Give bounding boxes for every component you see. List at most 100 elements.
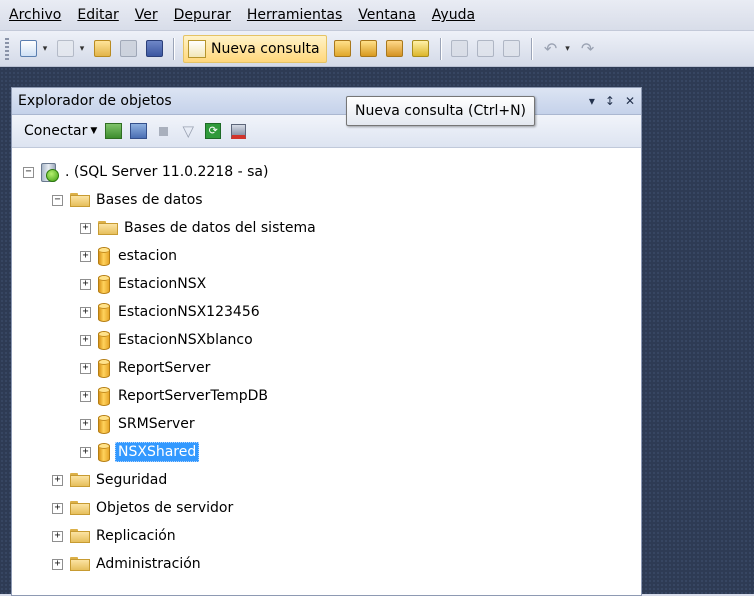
connect-label: Conectar [24,123,88,139]
xmla-query-icon [412,40,430,57]
paste-icon [503,40,521,57]
database-label: EstacionNSX [118,276,207,292]
menu-ventana[interactable]: Ventana [349,0,423,30]
tree-node-replication[interactable]: + Replicación [52,522,176,550]
expand-toggle[interactable]: + [80,390,91,402]
database-icon [98,330,110,350]
menu-herramientas[interactable]: Herramientas [238,0,349,30]
window-position-dropdown-icon[interactable]: ▾ [589,94,595,108]
new-project-button[interactable] [17,38,39,60]
tree-node-server-objects[interactable]: + Objetos de servidor [52,494,233,522]
collapse-toggle[interactable]: − [52,194,63,206]
menu-archivo[interactable]: Archivo [0,0,68,30]
expand-toggle[interactable]: + [80,446,91,458]
copy-button[interactable] [475,38,497,60]
expand-toggle[interactable]: + [80,250,91,262]
expand-toggle[interactable]: + [52,502,63,514]
folder-icon [70,501,90,515]
database-icon [98,274,110,294]
new-query-button[interactable]: Nueva consulta [183,34,327,63]
collapse-toggle[interactable]: − [23,166,34,178]
object-explorer-title-bar: Explorador de objetos ▾ ↕ ✕ [12,88,641,115]
undo-icon: ↶ [543,39,558,58]
menu-bar: Archivo Editar Ver Depurar Herramientas … [0,0,754,31]
expand-toggle[interactable]: + [80,306,91,318]
analysis-mdx-query-button[interactable] [358,38,380,60]
menu-ayuda[interactable]: Ayuda [423,0,482,30]
tree-node-management[interactable]: + Administración [52,550,201,578]
refresh-button[interactable]: ⟳ [204,122,222,140]
tree-node-database[interactable]: + ReportServerTempDB [80,382,268,410]
toolbar-separator [530,37,532,60]
expand-toggle[interactable]: + [80,222,91,234]
database-engine-query-icon [334,40,352,57]
tree-node-database[interactable]: + SRMServer [80,410,195,438]
connect-server-button[interactable] [104,122,122,140]
tree-node-security[interactable]: + Seguridad [52,466,167,494]
disconnect-button[interactable] [129,122,147,140]
expand-toggle[interactable]: + [52,474,63,486]
toolbar-separator [439,37,441,60]
menu-ver[interactable]: Ver [126,0,165,30]
cut-button[interactable] [449,38,471,60]
add-item-icon [56,40,74,57]
new-project-icon [19,40,37,57]
pin-icon[interactable]: ↕ [605,94,615,108]
tree-node-database[interactable]: + estacion [80,242,177,270]
activity-monitor-button[interactable] [229,122,247,140]
expand-toggle[interactable]: + [52,558,63,570]
undo-dropdown[interactable]: ▾ [564,38,572,60]
toolbar-grip[interactable] [5,37,9,60]
save-all-button[interactable] [143,38,165,60]
databases-label: Bases de datos [96,192,203,208]
menu-depurar[interactable]: Depurar [165,0,238,30]
chevron-down-icon: ▼ [90,126,98,136]
tree-node-databases[interactable]: − Bases de datos [52,186,203,214]
new-project-dropdown[interactable]: ▾ [41,38,49,60]
expand-toggle[interactable]: + [80,362,91,374]
save-button[interactable] [117,38,139,60]
expand-toggle[interactable]: + [80,334,91,346]
folder-icon [70,193,90,207]
database-label: EstacionNSX123456 [118,304,260,320]
add-item-button[interactable] [54,38,76,60]
folder-icon [98,221,118,235]
server-label: . (SQL Server 11.0.2218 - sa) [65,164,269,180]
expand-toggle[interactable]: + [80,278,91,290]
redo-button[interactable]: ↷ [577,38,599,60]
tree-node-database-selected[interactable]: + NSXShared [80,438,200,466]
database-icon [98,246,110,266]
server-icon [41,162,59,182]
menu-editar[interactable]: Editar [68,0,125,30]
paste-button[interactable] [501,38,523,60]
database-label: SRMServer [118,416,195,432]
panel-controls: ▾ ↕ ✕ [589,94,635,108]
standard-toolbar: ▾ ▾ Nueva consulta ↶ ▾ ↷ [0,31,754,67]
database-icon [98,442,110,462]
database-label: estacion [118,248,178,264]
open-file-button[interactable] [91,38,113,60]
stop-button[interactable] [154,122,172,140]
filter-button[interactable]: ▽ [179,122,197,140]
tree-node-database[interactable]: + EstacionNSX123456 [80,298,260,326]
tree-node-system-databases[interactable]: + Bases de datos del sistema [80,214,316,242]
mdx-query-icon [360,40,378,57]
tree-node-database[interactable]: + ReportServer [80,354,210,382]
database-engine-query-button[interactable] [332,38,354,60]
tree-node-database[interactable]: + EstacionNSXblanco [80,326,253,354]
new-query-icon [188,39,206,58]
stop-icon [158,126,168,136]
undo-button[interactable]: ↶ [540,38,562,60]
object-explorer-toolbar: Conectar ▼ ▽ ⟳ [12,115,641,148]
add-item-dropdown[interactable]: ▾ [78,38,86,60]
connect-button[interactable]: Conectar ▼ [24,123,97,139]
database-label: ReportServerTempDB [118,388,269,404]
close-icon[interactable]: ✕ [625,94,635,108]
analysis-dmx-query-button[interactable] [384,38,406,60]
tree-node-database[interactable]: + EstacionNSX [80,270,206,298]
expand-toggle[interactable]: + [52,530,63,542]
expand-toggle[interactable]: + [80,418,91,430]
database-icon [98,302,110,322]
tree-node-server[interactable]: − . (SQL Server 11.0.2218 - sa) [23,158,268,186]
analysis-xmla-query-button[interactable] [410,38,432,60]
